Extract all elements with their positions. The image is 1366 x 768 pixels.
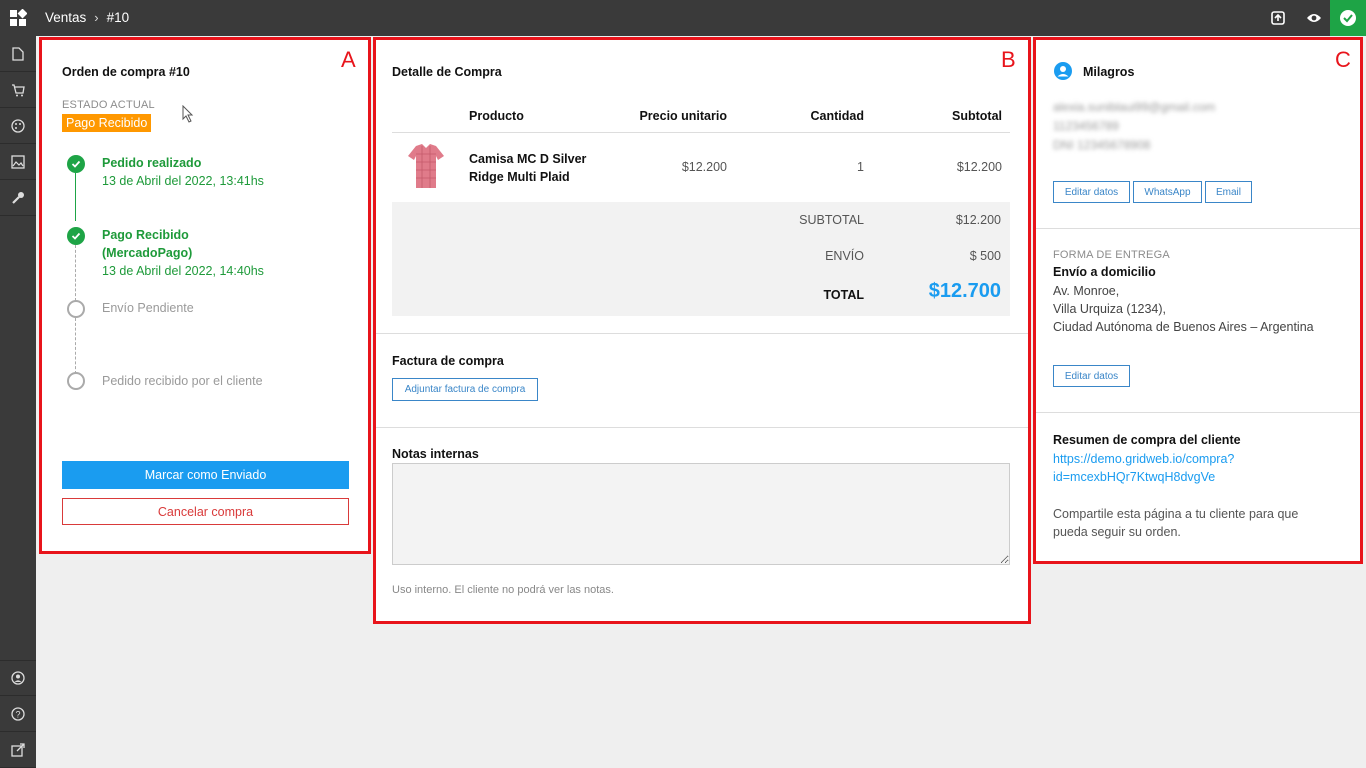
- link-line: https://demo.gridweb.io/compra?: [1053, 452, 1235, 466]
- notes-title: Notas internas: [392, 447, 479, 461]
- product-qty: 1: [857, 160, 864, 174]
- product-price: $12.200: [681, 160, 727, 174]
- sidebar: ?: [0, 36, 36, 768]
- step-date: 13 de Abril del 2022, 14:40hs: [102, 264, 264, 278]
- col-header-producto: Producto: [469, 109, 524, 123]
- status-badge: Pago Recibido: [62, 114, 152, 132]
- step-date: 13 de Abril del 2022, 13:41hs: [102, 174, 264, 188]
- section-divider: [1034, 228, 1362, 229]
- eye-icon[interactable]: [1296, 0, 1332, 36]
- share-text-line: Compartile esta página a tu cliente para…: [1053, 507, 1299, 521]
- timeline-step-2: Pago Recibido (MercadoPago) 13 de Abril …: [102, 226, 264, 280]
- address-line: Av. Monroe,: [1053, 284, 1120, 298]
- svg-text:?: ?: [15, 709, 20, 719]
- breadcrumb-separator: ›: [94, 10, 99, 25]
- attach-invoice-button[interactable]: Adjuntar factura de compra: [392, 378, 538, 401]
- customer-name: Milagros: [1083, 65, 1135, 79]
- page-icon[interactable]: [0, 36, 36, 72]
- annotation-label-c: C: [1335, 47, 1351, 72]
- email-button[interactable]: Email: [1205, 181, 1252, 203]
- link-line: id=mcexbHQr7KtwqH8dvgVe: [1053, 470, 1216, 484]
- address-line: Villa Urquiza (1234),: [1053, 302, 1167, 316]
- delivery-label: FORMA DE ENTREGA: [1053, 249, 1170, 261]
- timeline-line: [75, 173, 76, 221]
- breadcrumb-order: #10: [106, 10, 130, 25]
- user-avatar-icon: [1054, 62, 1072, 80]
- delivery-address: Av. Monroe, Villa Urquiza (1234), Ciudad…: [1053, 282, 1314, 336]
- timeline-step-4: Pedido recibido por el cliente: [102, 374, 263, 388]
- col-header-cantidad: Cantidad: [810, 109, 864, 123]
- annotation-label-a: A: [341, 47, 356, 72]
- timeline-step-1: Pedido realizado 13 de Abril del 2022, 1…: [102, 154, 264, 190]
- section-divider: [1034, 412, 1362, 413]
- customer-contact: alexia.suniblaui99@gmail.com 1123456789 …: [1053, 98, 1215, 155]
- timeline-step-3: Envío Pendiente: [102, 301, 194, 315]
- section-divider: [374, 427, 1030, 428]
- cart-icon[interactable]: [0, 72, 36, 108]
- edit-delivery-button[interactable]: Editar datos: [1053, 365, 1130, 387]
- detail-title: Detalle de Compra: [392, 65, 502, 79]
- product-name-line: Camisa MC D Silver: [469, 152, 587, 166]
- table-divider: [392, 132, 1010, 133]
- order-title: Orden de compra #10: [62, 65, 190, 79]
- edit-customer-button[interactable]: Editar datos: [1053, 181, 1130, 203]
- mark-shipped-button[interactable]: Marcar como Enviado: [62, 461, 349, 489]
- archive-icon[interactable]: [1260, 0, 1296, 36]
- share-text-line: pueda seguir su orden.: [1053, 525, 1181, 539]
- timeline-line: [75, 245, 76, 301]
- timeline-line: [75, 318, 76, 374]
- product-subtotal: $12.200: [956, 160, 1002, 174]
- help-icon[interactable]: ?: [0, 696, 36, 732]
- summary-subtotal-value: $12.200: [955, 213, 1001, 227]
- top-bar: Ventas › #10: [0, 0, 1366, 36]
- factura-title: Factura de compra: [392, 354, 504, 368]
- address-line: Ciudad Autónoma de Buenos Aires – Argent…: [1053, 320, 1314, 334]
- breadcrumb: Ventas › #10: [45, 10, 129, 25]
- summary-total-label: TOTAL: [823, 288, 864, 302]
- share-description: Compartile esta página a tu cliente para…: [1053, 505, 1298, 541]
- empty-circle-icon: [67, 300, 85, 318]
- notes-textarea[interactable]: [392, 463, 1010, 565]
- panel-orden: Orden de compra #10 ESTADO ACTUAL Pago R…: [40, 38, 370, 553]
- user-circle-icon[interactable]: [0, 660, 36, 696]
- panel-detalle: Detalle de Compra Producto Precio unitar…: [374, 38, 1030, 623]
- step-title: Pago Recibido: [102, 228, 189, 242]
- breadcrumb-ventas[interactable]: Ventas: [45, 10, 86, 25]
- estado-label: ESTADO ACTUAL: [62, 99, 155, 111]
- empty-circle-icon: [67, 372, 85, 390]
- dashboard-icon[interactable]: [0, 0, 36, 36]
- delivery-type: Envío a domicilio: [1053, 265, 1156, 279]
- product-name-line: Ridge Multi Plaid: [469, 170, 570, 184]
- external-link-icon[interactable]: [0, 732, 36, 768]
- step-title-detail: (MercadoPago): [102, 246, 193, 260]
- section-divider: [374, 333, 1030, 334]
- notes-help-text: Uso interno. El cliente no podrá ver las…: [392, 584, 614, 596]
- summary-total-value: $12.700: [928, 280, 1001, 302]
- panel-cliente: Milagros alexia.suniblaui99@gmail.com 11…: [1034, 38, 1362, 562]
- whatsapp-button[interactable]: WhatsApp: [1133, 181, 1202, 203]
- cancel-order-button[interactable]: Cancelar compra: [62, 498, 349, 525]
- step-title: Pedido realizado: [102, 156, 202, 170]
- wrench-icon[interactable]: [0, 180, 36, 216]
- product-thumbnail: [404, 142, 448, 192]
- check-circle-icon: [67, 227, 85, 245]
- summary-envio-label: ENVÍO: [825, 249, 864, 263]
- summary-box: SUBTOTAL $12.200 ENVÍO $ 500 TOTAL $12.7…: [392, 202, 1010, 316]
- check-badge-icon[interactable]: [1330, 0, 1366, 36]
- summary-link-title: Resumen de compra del cliente: [1053, 433, 1241, 447]
- palette-icon[interactable]: [0, 108, 36, 144]
- annotation-label-b: B: [1001, 47, 1016, 72]
- col-header-precio: Precio unitario: [639, 109, 727, 123]
- image-icon[interactable]: [0, 144, 36, 180]
- summary-subtotal-label: SUBTOTAL: [799, 213, 864, 227]
- mouse-cursor-icon: [182, 105, 194, 123]
- customer-phone: 1123456789: [1053, 119, 1119, 133]
- summary-envio-value: $ 500: [969, 249, 1001, 263]
- order-summary-link[interactable]: https://demo.gridweb.io/compra? id=mcexb…: [1053, 450, 1234, 486]
- product-name[interactable]: Camisa MC D Silver Ridge Multi Plaid: [469, 150, 586, 186]
- customer-email: alexia.suniblaui99@gmail.com: [1053, 100, 1216, 114]
- check-circle-icon: [67, 155, 85, 173]
- customer-dni: DNI 12345678908: [1053, 138, 1151, 152]
- col-header-subtotal: Subtotal: [952, 109, 1002, 123]
